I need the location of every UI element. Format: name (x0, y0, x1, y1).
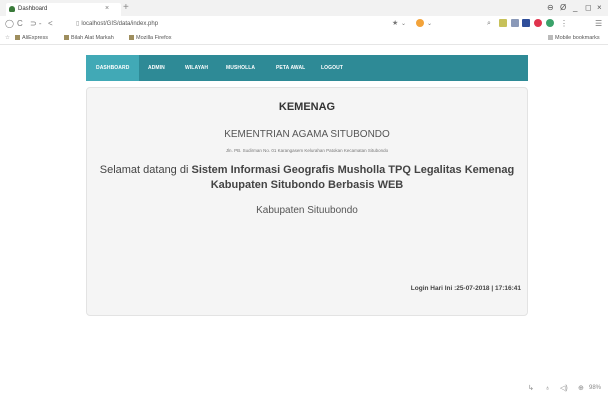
close-window-button[interactable]: × (597, 3, 602, 13)
folder-icon (548, 35, 553, 40)
nav-musholla[interactable]: MUSHOLLA (226, 55, 255, 81)
sound-icon[interactable]: ◁) (560, 384, 568, 393)
welcome-message: Selamat datang di Sistem Informasi Geogr… (87, 163, 527, 193)
star-icon[interactable]: ★ (392, 18, 398, 30)
folder-icon (129, 35, 134, 40)
page-title: KEMENAG (278, 101, 336, 113)
office-name: KEMENTRIAN AGAMA SITUBONDO (224, 129, 390, 140)
mobile-bookmarks[interactable]: Mobile bookmarks (548, 33, 600, 43)
bookmark-label: Mobile bookmarks (555, 35, 600, 41)
browser-tab-bar: Dashboard × + ⊖ Ø _ ◻ × (0, 0, 608, 16)
minimize-button[interactable]: _ (573, 3, 577, 13)
star-outline-icon[interactable]: ☆ (5, 33, 10, 43)
url-text: localhost/GIS/data/index.php (81, 21, 159, 27)
search-icon[interactable]: ⌕ (487, 18, 491, 30)
reading-list-icon[interactable] (511, 19, 519, 27)
nav-logout[interactable]: LOGOUT (321, 55, 343, 81)
zoom-icon[interactable]: ⊕ (578, 384, 584, 393)
globe-icon[interactable]: ♁ (545, 384, 550, 393)
regency-name: Kabupaten Situubondo (256, 205, 358, 216)
extension-red-icon[interactable] (534, 19, 542, 27)
page-icon (15, 35, 20, 40)
login-info: Login Hari Ini :25-07-2018 | 17:16:41 (410, 285, 521, 292)
zoom-level[interactable]: 98% (589, 384, 601, 393)
sync-icon[interactable]: ⊖ (547, 3, 554, 13)
page-info-icon[interactable]: ▯ (76, 21, 79, 27)
address-bar[interactable]: ▯ localhost/GIS/data/index.php (76, 19, 306, 29)
dashboard-panel: KEMENAG KEMENTRIAN AGAMA SITUBONDO Jln. … (86, 87, 528, 316)
extension-grid-icon[interactable] (499, 19, 507, 27)
bookmarks-bar: ☆ AliExpress Bilah Alat Markah Mozilla F… (0, 32, 608, 45)
forward-icon[interactable]: ⊃ - (30, 18, 42, 30)
share-icon[interactable]: ↳ (528, 384, 534, 393)
site-favicon-icon (9, 6, 15, 12)
bookmark-firefox-folder[interactable]: Mozilla Firefox (129, 33, 171, 43)
downloads-icon[interactable] (522, 19, 530, 27)
account-icon[interactable]: Ø (560, 3, 566, 13)
back-icon[interactable]: < (48, 18, 53, 30)
welcome-system-region: Kabupaten Situbondo Berbasis WEB (210, 179, 404, 191)
extension-green-icon[interactable] (546, 19, 554, 27)
menu-icon[interactable]: ☰ (595, 18, 602, 30)
bookmark-toolbar-folder[interactable]: Bilah Alat Markah (64, 33, 114, 43)
home-icon[interactable]: ◯ (5, 18, 14, 30)
nav-peta-awal[interactable]: PETA AWAL (276, 55, 305, 81)
tab-title: Dashboard (18, 6, 48, 12)
browser-status-bar: ↳ ♁ ◁) ⊕ 98% (0, 381, 608, 396)
tab-close-icon[interactable]: × (105, 3, 109, 15)
bookmark-label: AliExpress (22, 35, 48, 41)
chevron-down-icon[interactable]: ⌄ (427, 18, 432, 30)
bookmark-label: Bilah Alat Markah (71, 35, 114, 41)
bookmark-aliexpress[interactable]: AliExpress (15, 33, 48, 43)
browser-tab[interactable]: Dashboard × (6, 3, 121, 16)
nav-dashboard[interactable]: DASHBOARD (86, 55, 140, 81)
welcome-prefix: Selamat datang di (99, 164, 192, 176)
dropdown-icon[interactable]: ⌄ (401, 18, 406, 30)
folder-icon (64, 35, 69, 40)
overflow-icon[interactable]: ⋮ (560, 18, 568, 30)
maximize-button[interactable]: ◻ (585, 3, 592, 13)
nav-wilayah[interactable]: WILAYAH (185, 55, 208, 81)
nav-admin[interactable]: ADMIN (148, 55, 165, 81)
browser-toolbar: ◯ C ⊃ - < ▯ localhost/GIS/data/index.php … (0, 16, 608, 32)
bookmark-label: Mozilla Firefox (136, 35, 172, 41)
new-tab-button[interactable]: + (123, 2, 129, 14)
office-address: Jln. PB. Sudirman No. 01 Karangasem Kelu… (225, 148, 389, 153)
site-navbar: DASHBOARD ADMIN WILAYAH MUSHOLLA PETA AW… (86, 55, 528, 81)
reload-icon[interactable]: C (17, 18, 23, 30)
welcome-system-name: Sistem Informasi Geografis Musholla TPQ … (191, 164, 515, 176)
extension-orange-icon[interactable] (416, 19, 424, 27)
